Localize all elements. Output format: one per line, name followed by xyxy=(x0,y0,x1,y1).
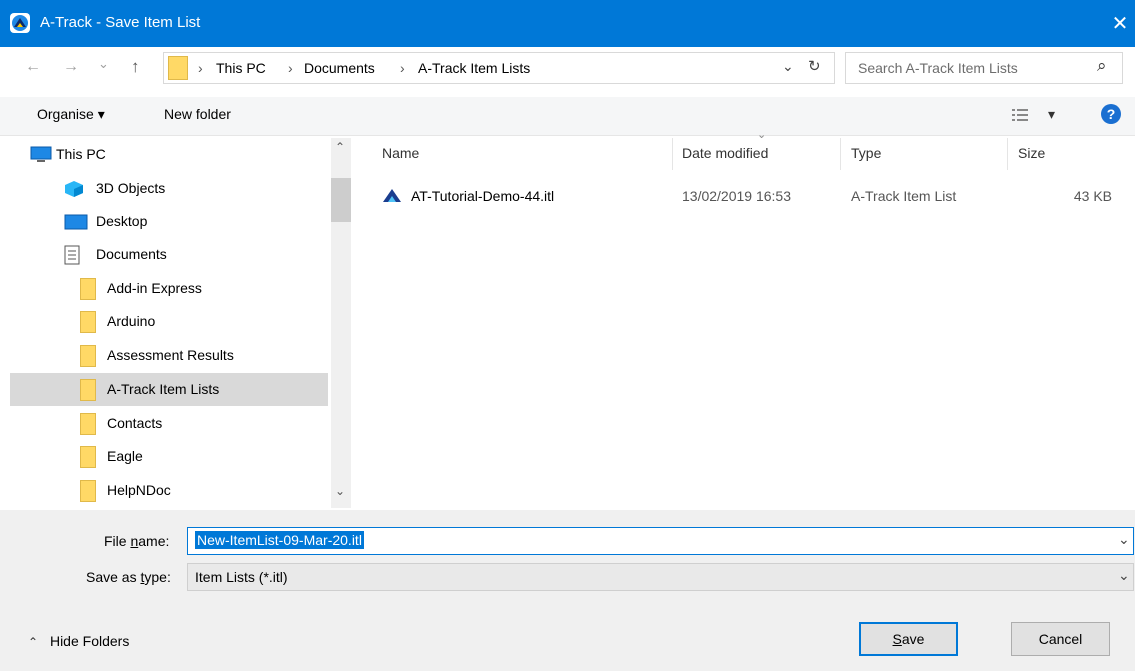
organise-button[interactable]: Organise ▾ xyxy=(37,106,105,123)
column-divider[interactable] xyxy=(840,138,841,170)
sidebar-item-label: Assessment Results xyxy=(107,347,234,363)
view-options-icon[interactable] xyxy=(1012,108,1028,122)
up-icon[interactable]: ↑ xyxy=(131,57,140,77)
file-type: A-Track Item List xyxy=(851,188,957,204)
sidebar-item-desktop[interactable]: Desktop xyxy=(64,205,330,238)
column-header-name[interactable]: Name xyxy=(382,145,419,161)
hide-folders-label: Hide Folders xyxy=(49,633,130,649)
table-row[interactable]: AT-Tutorial-Demo-44.itl 13/02/2019 16:53… xyxy=(372,180,1122,212)
folder-icon xyxy=(80,278,96,300)
close-icon[interactable]: ✕ xyxy=(1105,9,1135,39)
column-divider[interactable] xyxy=(672,138,673,170)
file-name: AT-Tutorial-Demo-44.itl xyxy=(411,188,555,204)
sidebar-item-3d-objects[interactable]: 3D Objects xyxy=(64,172,330,205)
sidebar-item-assessment-results[interactable]: Assessment Results xyxy=(80,339,330,372)
search-icon[interactable]: ⌕ xyxy=(1097,56,1107,76)
address-dropdown-icon[interactable]: ⌄ xyxy=(782,58,794,75)
sidebar-item-eagle[interactable]: Eagle xyxy=(80,440,330,473)
help-icon[interactable]: ? xyxy=(1101,104,1121,124)
chevron-down-icon[interactable]: ⌄ xyxy=(1118,531,1130,548)
recent-locations-icon[interactable]: ⌄ xyxy=(98,56,109,72)
search-placeholder: Search A-Track Item Lists xyxy=(858,60,1018,76)
breadcrumb-documents[interactable]: Documents xyxy=(304,60,375,76)
3d-objects-icon xyxy=(65,181,83,197)
sidebar-item-this-pc[interactable]: This PC xyxy=(30,138,330,171)
save-as-type-select[interactable]: Item Lists (*.itl) ⌄ xyxy=(187,563,1134,591)
sidebar-scrollbar[interactable] xyxy=(331,138,351,508)
a-track-file-icon xyxy=(383,189,401,202)
scrollbar-thumb[interactable] xyxy=(331,178,351,222)
sidebar-item-label: A-Track Item Lists xyxy=(107,381,220,397)
documents-icon xyxy=(64,245,80,265)
sidebar-item-label: Desktop xyxy=(96,213,148,229)
sidebar-item-label: Contacts xyxy=(107,415,163,431)
scroll-up-icon[interactable]: ⌃ xyxy=(335,140,345,154)
column-header-date-modified[interactable]: Date modified xyxy=(682,145,768,161)
sidebar-item-documents[interactable]: Documents xyxy=(64,238,330,271)
sidebar-item-label: Eagle xyxy=(107,448,143,464)
view-dropdown-icon[interactable]: ▾ xyxy=(1048,106,1055,123)
folder-icon xyxy=(80,311,96,333)
column-header-size[interactable]: Size xyxy=(1018,145,1045,161)
sidebar-item-label: This PC xyxy=(56,146,106,162)
file-name-value: New-ItemList-09-Mar-20.itl xyxy=(195,531,364,549)
sidebar-item-arduino[interactable]: Arduino xyxy=(80,305,330,338)
new-folder-button[interactable]: New folder xyxy=(164,106,231,122)
column-divider[interactable] xyxy=(1007,138,1008,170)
sidebar-item-label: Documents xyxy=(96,246,167,262)
chevron-down-icon[interactable]: ⌄ xyxy=(1118,567,1130,584)
column-header-type[interactable]: Type xyxy=(851,145,881,161)
back-icon[interactable]: ← xyxy=(25,58,41,76)
breadcrumb-this-pc[interactable]: This PC xyxy=(216,60,266,76)
hide-folders-toggle[interactable]: ⌃ Hide Folders xyxy=(28,633,129,649)
cancel-button[interactable]: Cancel xyxy=(1011,622,1110,656)
breadcrumb-separator: › xyxy=(198,60,203,76)
sidebar-item-label: 3D Objects xyxy=(96,180,166,196)
file-size: 43 KB xyxy=(1073,188,1112,204)
save-as-type-value: Item Lists (*.itl) xyxy=(195,569,288,585)
sidebar-item-label: Arduino xyxy=(107,313,156,329)
forward-icon[interactable]: → xyxy=(63,58,79,76)
navigation-pane: This PC 3D Objects Desktop Documents Add… xyxy=(0,136,352,510)
scroll-down-icon[interactable]: ⌄ xyxy=(335,484,345,498)
pc-icon xyxy=(30,146,52,162)
save-button[interactable]: Save xyxy=(859,622,958,656)
folder-icon xyxy=(80,413,96,435)
folder-icon xyxy=(80,379,96,401)
sidebar-item-label: Add-in Express xyxy=(107,280,202,296)
chevron-up-icon: ⌃ xyxy=(28,635,39,649)
folder-icon xyxy=(80,480,96,502)
folder-icon xyxy=(80,345,96,367)
breadcrumb-separator: › xyxy=(288,60,293,76)
folder-icon xyxy=(80,446,96,468)
file-name-input[interactable]: New-ItemList-09-Mar-20.itl ⌄ xyxy=(187,527,1134,555)
sidebar-item-helpndoc[interactable]: HelpNDoc xyxy=(80,474,330,507)
file-date: 13/02/2019 16:53 xyxy=(682,188,791,204)
app-icon xyxy=(10,13,30,33)
desktop-icon xyxy=(64,214,88,230)
file-name-label: File name: xyxy=(104,533,170,549)
sidebar-item-add-in-express[interactable]: Add-in Express xyxy=(80,272,330,305)
sidebar-item-contacts[interactable]: Contacts xyxy=(80,407,330,440)
breadcrumb-separator: › xyxy=(400,60,405,76)
sidebar-item-label: HelpNDoc xyxy=(107,482,171,498)
sort-indicator-icon: ⌄ xyxy=(757,129,767,141)
sidebar-item-a-track-item-lists[interactable]: A-Track Item Lists xyxy=(10,373,328,406)
folder-icon xyxy=(168,56,188,80)
window-title: A-Track - Save Item List xyxy=(40,14,201,31)
save-as-type-label: Save as type: xyxy=(86,569,171,585)
breadcrumb-a-track-item-lists[interactable]: A-Track Item Lists xyxy=(418,60,530,76)
refresh-icon[interactable]: ↻ xyxy=(808,57,821,75)
